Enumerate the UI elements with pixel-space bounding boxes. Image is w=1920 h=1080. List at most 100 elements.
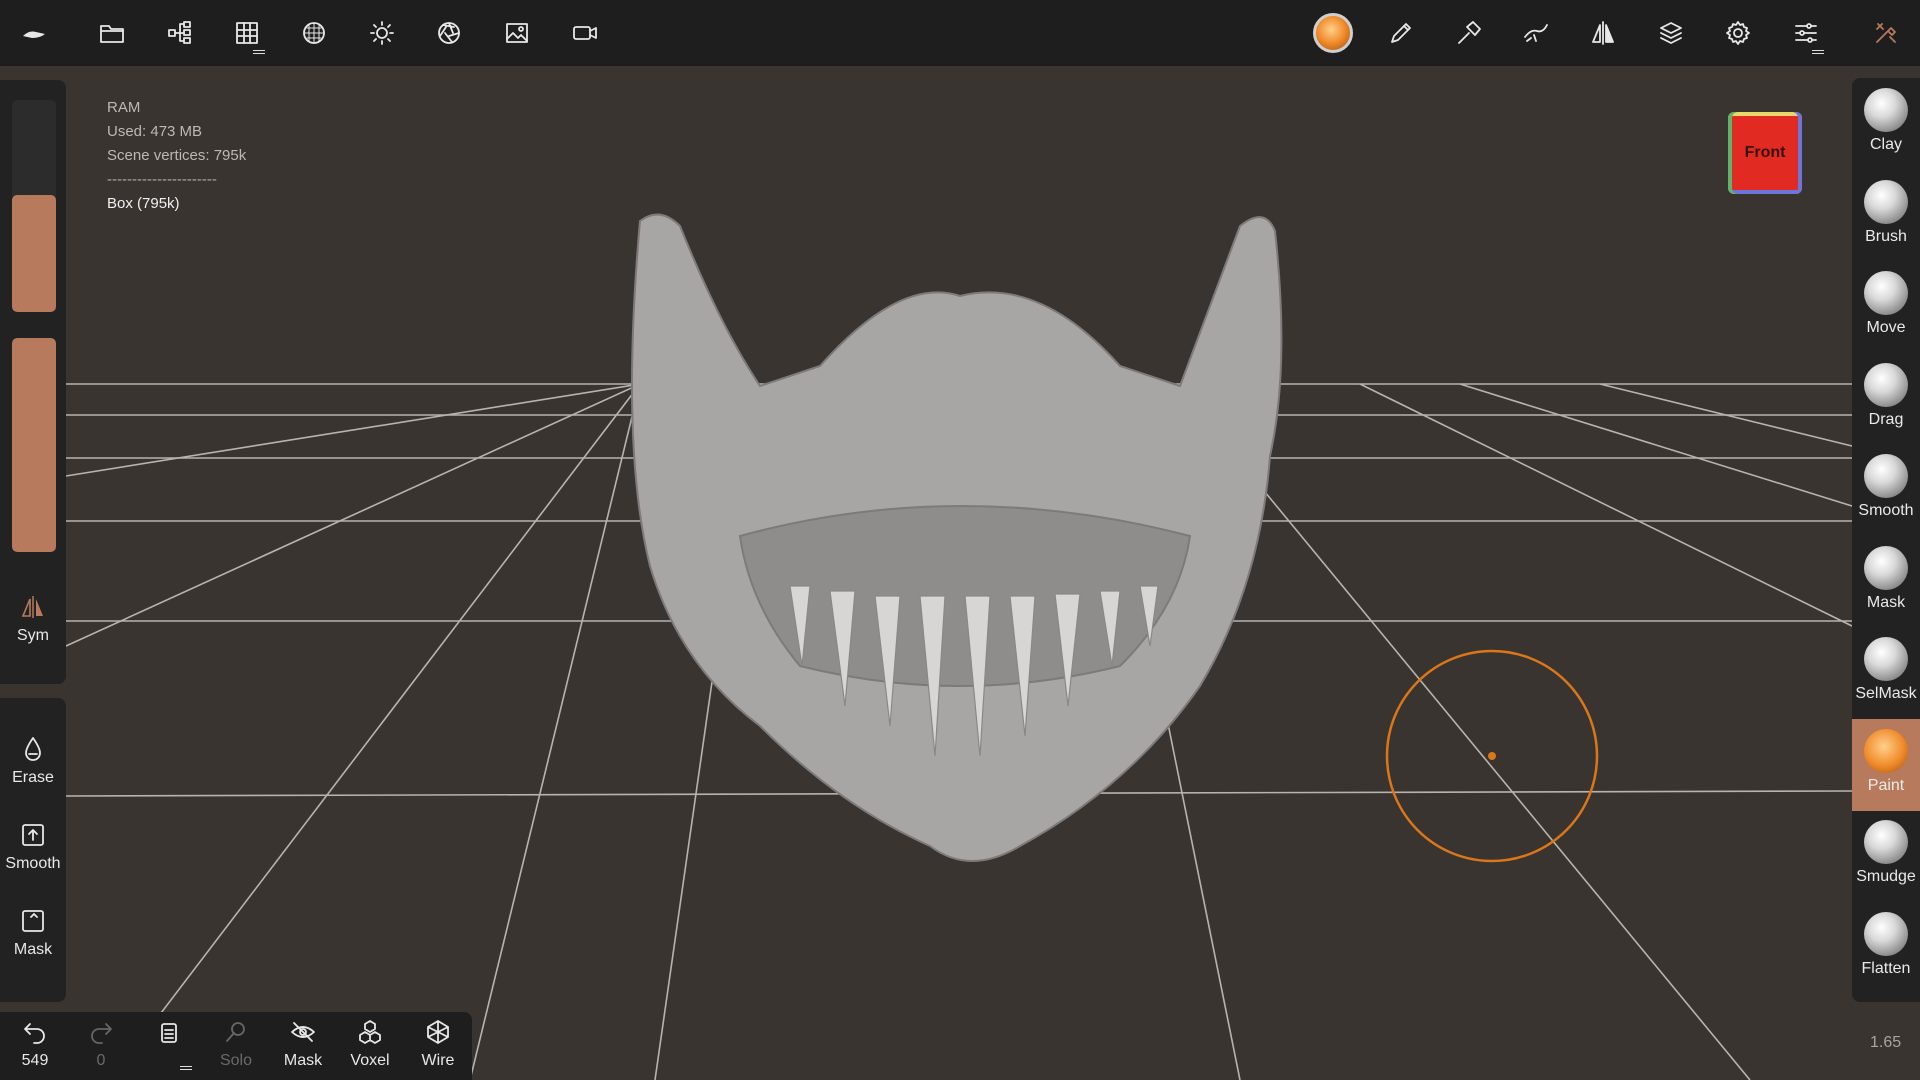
material-sphere-icon[interactable]	[292, 11, 336, 55]
ram-label: RAM	[107, 99, 141, 116]
notes-button[interactable]	[136, 1018, 202, 1078]
mask-button[interactable]: Mask	[0, 906, 66, 986]
voxel-label: Voxel	[350, 1052, 390, 1069]
submenu-indicator	[253, 50, 265, 54]
tool-flatten[interactable]: Flatten	[1852, 902, 1920, 994]
tool-selmask[interactable]: SelMask	[1852, 627, 1920, 719]
top-toolbar	[0, 0, 1920, 66]
hammer-icon[interactable]	[1447, 11, 1491, 55]
undo-button[interactable]: 549	[2, 1018, 68, 1078]
brush-color-icon[interactable]	[1311, 11, 1355, 55]
viewport-3d[interactable]	[0, 66, 1920, 1080]
mesh-name: Box (795k)	[107, 195, 180, 212]
sliders-icon[interactable]	[1784, 11, 1828, 55]
tool-label: Brush	[1865, 227, 1907, 245]
wireframe-button[interactable]: Wire	[405, 1018, 471, 1078]
solo-label: Solo	[219, 1052, 253, 1069]
tool-label: Flatten	[1861, 959, 1911, 977]
tools-icon[interactable]	[1864, 11, 1908, 55]
intensity-slider-fill	[12, 338, 56, 552]
light-icon[interactable]	[360, 11, 404, 55]
mask-box-icon	[22, 910, 44, 932]
tool-label: Move	[1866, 319, 1906, 336]
undo-count: 549	[21, 1052, 49, 1069]
clay-brush-icon	[1864, 88, 1908, 132]
tool-label: SelMask	[1855, 685, 1917, 702]
stroke-icon[interactable]	[1514, 11, 1558, 55]
smudge-brush-icon	[1864, 820, 1908, 864]
eye-off-icon	[291, 1022, 315, 1042]
tool-drag[interactable]: Drag	[1852, 353, 1920, 445]
redo-icon	[91, 1023, 112, 1044]
solo-button[interactable]: Solo	[203, 1018, 269, 1078]
selmask-brush-icon	[1864, 637, 1908, 681]
symmetry-icon	[21, 596, 43, 618]
image-icon[interactable]	[495, 11, 539, 55]
scene-vertices: Scene vertices: 795k	[107, 147, 247, 164]
tool-mask[interactable]: Mask	[1852, 536, 1920, 628]
redo-count: 0	[96, 1052, 106, 1069]
notes-icon	[161, 1023, 177, 1043]
nomad-sculpt-app: RAM Used: 473 MB Scene vertices: 795k --…	[0, 0, 1920, 1080]
search-icon	[226, 1022, 245, 1042]
tool-panel: Clay Brush Move Drag Smooth Mask SelMask Paint S…	[1852, 78, 1920, 1002]
tool-label: Smooth	[1858, 502, 1914, 519]
app-logo-icon[interactable]	[12, 11, 56, 55]
wire-label: Wire	[421, 1052, 455, 1069]
intensity-slider[interactable]	[12, 338, 56, 552]
ram-used: Used: 473 MB	[107, 123, 203, 140]
scene-tree-icon[interactable]	[158, 11, 202, 55]
flatten-brush-icon	[1864, 911, 1908, 956]
voxel-button[interactable]: Voxel	[337, 1018, 403, 1078]
submenu-indicator	[180, 1066, 192, 1070]
grid-icon[interactable]	[225, 11, 269, 55]
left-slider-panel: Sym	[0, 80, 66, 684]
symmetry-icon[interactable]	[1581, 11, 1625, 55]
brush-cursor-center	[1488, 752, 1496, 760]
floor-grid	[65, 213, 1853, 1080]
mask-label: Mask	[13, 941, 53, 958]
mask-vis-label: Mask	[283, 1052, 323, 1069]
voxel-icon	[359, 1020, 381, 1044]
radius-slider-fill	[12, 195, 56, 312]
mask-visibility-button[interactable]: Mask	[270, 1018, 336, 1078]
wireframe-icon	[427, 1020, 449, 1044]
erase-button[interactable]: Erase	[0, 734, 66, 814]
aperture-icon[interactable]	[427, 11, 471, 55]
sym-label: Sym	[17, 627, 49, 644]
tool-label: Drag	[1868, 410, 1904, 428]
smooth-label: Smooth	[5, 855, 61, 872]
settings-icon[interactable]	[1716, 11, 1760, 55]
submenu-indicator	[1812, 50, 1824, 54]
tool-label: Clay	[1869, 136, 1902, 153]
left-action-panel: Erase Smooth Mask	[0, 698, 66, 1002]
tool-smooth[interactable]: Smooth	[1852, 444, 1920, 536]
symmetry-toggle-button[interactable]: Sym	[0, 590, 66, 680]
radius-slider[interactable]	[12, 100, 56, 312]
folder-icon[interactable]	[90, 11, 134, 55]
redo-button[interactable]: 0	[68, 1018, 134, 1078]
view-cube[interactable]: Front	[1728, 112, 1802, 194]
tool-brush[interactable]: Brush	[1852, 170, 1920, 262]
sculpt-mesh	[631, 213, 1283, 862]
brush-brush-icon	[1864, 179, 1908, 224]
tool-clay[interactable]: Clay	[1852, 78, 1920, 170]
move-brush-icon	[1864, 271, 1908, 315]
scene-info-overlay: RAM Used: 473 MB Scene vertices: 795k --…	[107, 96, 246, 216]
tool-label: Smudge	[1856, 868, 1916, 885]
camera-icon[interactable]	[563, 11, 607, 55]
zoom-readout: 1.65	[1870, 1034, 1902, 1051]
tool-move[interactable]: Move	[1852, 261, 1920, 353]
smooth-button[interactable]: Smooth	[0, 820, 66, 900]
bottom-toolbar: 549 0 Solo Mask Voxel Wire	[0, 1012, 472, 1080]
view-cube-label: Front	[1744, 144, 1786, 161]
drag-brush-icon	[1864, 362, 1908, 407]
pen-icon[interactable]	[1379, 11, 1423, 55]
tool-label: Paint	[1867, 776, 1905, 794]
paint-brush-icon	[1864, 728, 1908, 773]
tool-smudge[interactable]: Smudge	[1852, 810, 1920, 902]
info-separator: ----------------------	[107, 171, 217, 188]
drop-icon	[25, 737, 41, 761]
tool-paint[interactable]: Paint	[1852, 718, 1920, 811]
layers-icon[interactable]	[1649, 11, 1693, 55]
